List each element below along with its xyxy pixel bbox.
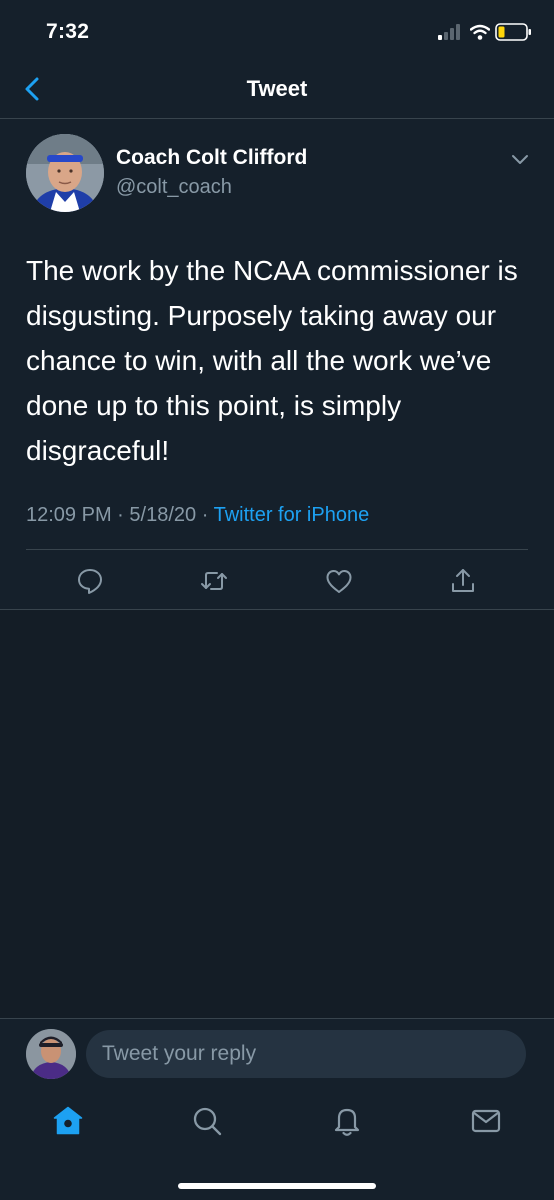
tab-search[interactable] xyxy=(190,1104,224,1138)
tab-home[interactable] xyxy=(51,1104,85,1138)
tab-notifications[interactable] xyxy=(330,1104,364,1138)
user-avatar[interactable] xyxy=(26,1029,76,1079)
share-icon xyxy=(452,569,474,592)
author-name[interactable]: Coach Colt Clifford xyxy=(116,146,307,170)
tweet-date: 5/18/20 xyxy=(129,504,197,526)
reply-icon xyxy=(78,569,102,594)
reply-button[interactable] xyxy=(75,566,105,596)
retweet-icon xyxy=(201,572,227,590)
battery-icon xyxy=(495,23,531,41)
messages-icon xyxy=(471,1109,501,1133)
reply-input[interactable] xyxy=(86,1030,526,1078)
divider xyxy=(0,609,554,610)
wifi-icon xyxy=(470,24,490,40)
home-icon xyxy=(53,1106,83,1135)
user-photo xyxy=(26,1029,76,1079)
page-title: Tweet xyxy=(246,76,308,101)
retweet-button[interactable] xyxy=(199,566,229,596)
reply-composer xyxy=(0,1018,554,1091)
author-avatar[interactable] xyxy=(26,134,104,212)
tweet-metadata: 12:09 PM · 5/18/20 · Twitter for iPhone xyxy=(26,504,369,527)
meta-separator: · xyxy=(117,504,124,526)
author-handle[interactable]: @colt_coach xyxy=(116,176,232,199)
tweet-text: The work by the NCAA commissioner is dis… xyxy=(26,255,518,466)
cellular-signal-icon xyxy=(438,24,460,40)
search-icon xyxy=(193,1107,222,1136)
notifications-icon xyxy=(334,1108,360,1136)
navigation-bar: Tweet xyxy=(0,62,554,119)
like-icon xyxy=(326,570,352,593)
status-bar: 7:32 xyxy=(0,0,554,62)
share-button[interactable] xyxy=(448,566,478,596)
like-button[interactable] xyxy=(324,566,354,596)
author-photo xyxy=(26,134,104,212)
meta-separator: · xyxy=(201,504,209,526)
tweet-source-link[interactable]: Twitter for iPhone xyxy=(214,504,370,526)
status-time: 7:32 xyxy=(46,20,90,43)
tab-messages[interactable] xyxy=(469,1104,503,1138)
tweet-time: 12:09 PM xyxy=(26,504,112,526)
divider xyxy=(26,549,528,550)
more-options-button[interactable] xyxy=(508,150,532,170)
home-indicator xyxy=(178,1183,376,1189)
